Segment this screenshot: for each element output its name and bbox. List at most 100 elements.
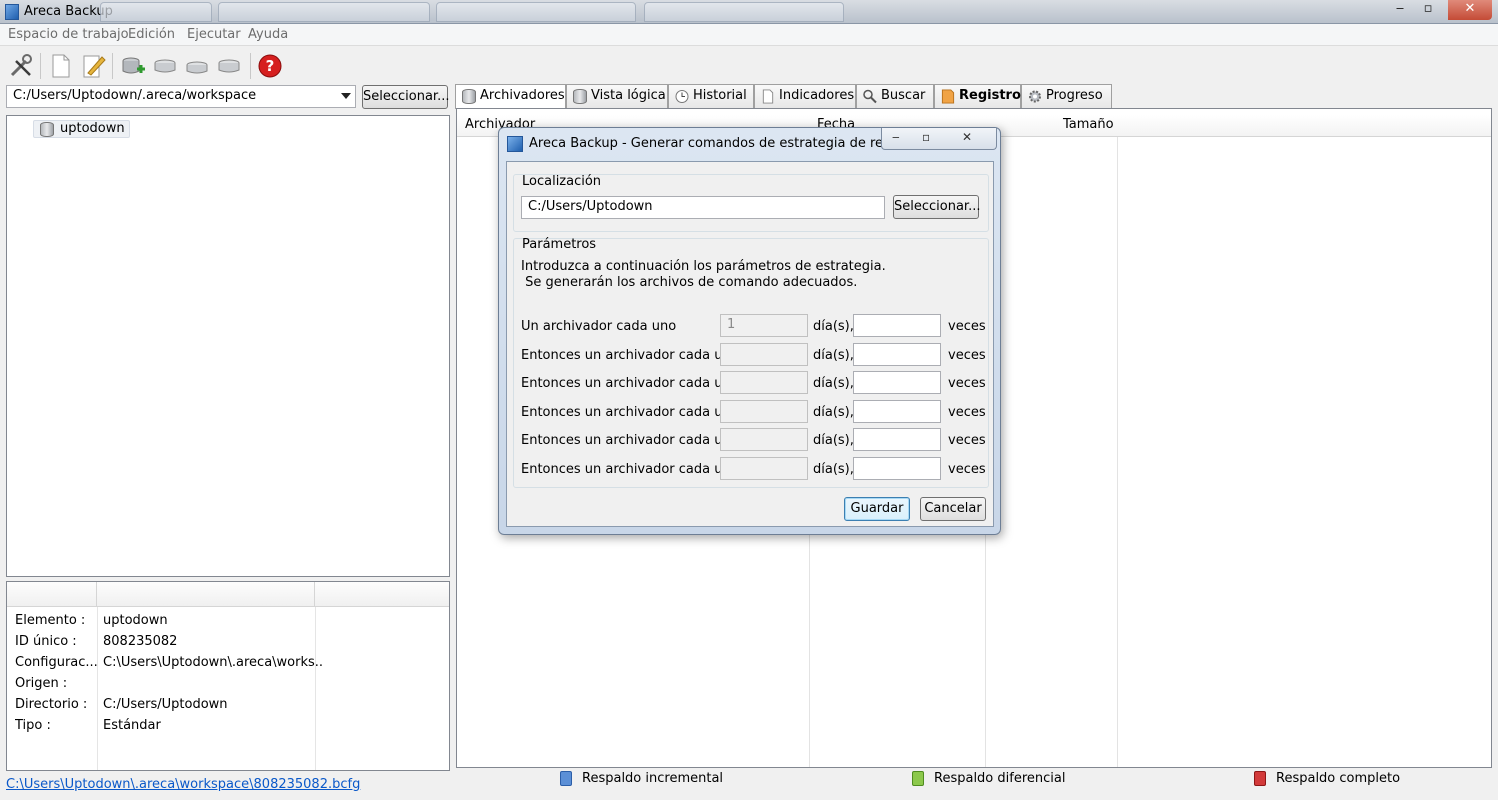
group-icon[interactable] (152, 53, 178, 79)
log-icon (941, 89, 955, 104)
close-button[interactable]: ✕ (1448, 0, 1492, 20)
app-icon (5, 4, 19, 20)
help-icon[interactable]: ? (257, 53, 283, 79)
properties-header-cell (97, 582, 315, 607)
times-unit-label: veces (948, 376, 986, 391)
row-label: Un archivador cada uno (521, 319, 677, 334)
dialog-minimize-button[interactable]: ‒ (892, 130, 900, 144)
location-select-button[interactable]: Seleccionar... (893, 195, 980, 219)
days-unit-label: día(s), (813, 462, 854, 477)
cancel-button[interactable]: Cancelar (920, 497, 986, 521)
days-input[interactable] (720, 371, 808, 394)
dialog-body: Localización C:/Users/Uptodown Seleccion… (506, 161, 994, 527)
properties-header-cell (7, 582, 97, 607)
legend-incremental: Respaldo incremental (560, 771, 723, 786)
parameters-label: Parámetros (522, 237, 597, 252)
tab-label: Registro (959, 88, 1021, 103)
maximize-button[interactable]: ▫ (1414, 0, 1442, 20)
workspace-tree: uptodown (6, 115, 450, 577)
menu-run[interactable]: Ejecutar (187, 27, 241, 42)
group-icon[interactable] (216, 53, 242, 79)
save-button[interactable]: Guardar (844, 497, 910, 521)
tab-label: Historial (693, 88, 747, 103)
chevron-down-icon[interactable] (341, 93, 351, 99)
property-key: Configurac... (15, 655, 98, 670)
days-unit-label: día(s), (813, 376, 854, 391)
menu-help[interactable]: Ayuda (248, 27, 288, 42)
tab-label: Vista lógica (591, 88, 666, 103)
menu-edit[interactable]: Edición (128, 27, 175, 42)
tab-indicators[interactable]: Indicadores (754, 84, 856, 108)
properties-header (7, 582, 449, 607)
times-input[interactable] (853, 343, 941, 366)
times-input[interactable] (853, 400, 941, 423)
workspace-path-value: C:/Users/Uptodown/.areca/workspace (13, 88, 257, 103)
tab-history[interactable]: Historial (668, 84, 754, 108)
days-input[interactable] (720, 457, 808, 480)
dialog-title: Areca Backup - Generar comandos de estra… (529, 136, 923, 151)
tree-item-uptodown[interactable]: uptodown (33, 120, 130, 138)
add-target-icon[interactable] (120, 53, 146, 79)
minimize-button[interactable]: ‒ (1386, 0, 1414, 20)
background-window-tab (436, 2, 636, 22)
legend-differential: Respaldo diferencial (912, 771, 1065, 786)
legend-full: Respaldo completo (1254, 771, 1400, 786)
days-unit-label: día(s), (813, 319, 854, 334)
tab-log[interactable]: Registro (934, 84, 1021, 108)
property-key: Tipo : (15, 718, 51, 733)
column-divider (1117, 137, 1118, 767)
app-icon (507, 136, 523, 152)
document-icon (762, 89, 774, 104)
location-input[interactable]: C:/Users/Uptodown (521, 196, 885, 219)
config-file-link[interactable]: C:\Users\Uptodown\.areca\workspace\80823… (6, 777, 360, 792)
full-backup-icon (1254, 771, 1266, 786)
days-input[interactable] (720, 400, 808, 423)
workspace-path-combo[interactable]: C:/Users/Uptodown/.areca/workspace (6, 85, 356, 108)
property-value: Estándar (103, 718, 161, 733)
property-key: Origen : (15, 676, 68, 691)
days-input[interactable] (720, 343, 808, 366)
times-unit-label: veces (948, 405, 986, 420)
properties-panel: Elemento : uptodown ID único : 808235082… (6, 581, 450, 771)
times-input[interactable] (853, 314, 941, 337)
search-icon (863, 89, 877, 104)
column-header-size[interactable]: Tamaño (1063, 117, 1114, 132)
intro-text: Se generarán los archivos de comando ade… (521, 275, 858, 290)
row-label: Entonces un archivador cada uno (521, 405, 739, 420)
tab-progress[interactable]: Progreso (1021, 84, 1112, 108)
tools-icon[interactable] (8, 53, 34, 79)
days-input[interactable]: 1 (720, 314, 808, 337)
backup-legend: Respaldo incremental Respaldo diferencia… (456, 768, 1496, 790)
new-document-icon[interactable] (48, 53, 74, 79)
times-unit-label: veces (948, 348, 986, 363)
edit-icon[interactable] (80, 53, 106, 79)
property-key: Elemento : (15, 613, 86, 628)
row-label: Entonces un archivador cada uno (521, 376, 739, 391)
times-unit-label: veces (948, 319, 986, 334)
clock-icon (675, 90, 689, 103)
times-input[interactable] (853, 457, 941, 480)
days-input[interactable] (720, 428, 808, 451)
database-icon (40, 122, 54, 137)
tab-logical-view[interactable]: Vista lógica (566, 84, 668, 108)
workspace-select-button[interactable]: Seleccionar... (362, 85, 449, 109)
tree-item-label: uptodown (60, 121, 125, 136)
tab-search[interactable]: Buscar (856, 84, 934, 108)
group-icon[interactable] (184, 53, 210, 79)
dialog-close-button[interactable]: ✕ (962, 130, 972, 144)
row-label: Entonces un archivador cada uno (521, 348, 739, 363)
legend-label: Respaldo completo (1276, 771, 1401, 786)
times-input[interactable] (853, 428, 941, 451)
tab-label: Indicadores (779, 88, 855, 103)
property-value: C:\Users\Uptodown\.areca\works... (103, 655, 323, 670)
times-input[interactable] (853, 371, 941, 394)
menu-workspace[interactable]: Espacio de trabajo (8, 27, 129, 42)
database-icon (573, 89, 587, 104)
strategy-dialog: Areca Backup - Generar comandos de estra… (498, 127, 1001, 535)
tab-archives[interactable]: Archivadores (455, 84, 566, 109)
dialog-maximize-button[interactable]: ▫ (922, 130, 930, 144)
property-key: ID único : (15, 634, 77, 649)
svg-text:?: ? (266, 57, 275, 75)
differential-backup-icon (912, 771, 924, 786)
tab-bar: Archivadores Vista lógica Historial Indi… (455, 84, 1498, 109)
